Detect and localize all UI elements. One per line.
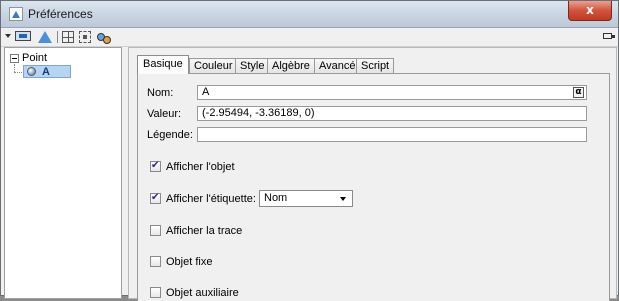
show-object-checkbox[interactable]	[150, 160, 161, 172]
show-object-label: Afficher l'objet	[166, 161, 235, 173]
alpha-symbol-button[interactable]: α	[573, 87, 584, 98]
properties-panel: Basique Couleur Style Algèbre Avancé Scr…	[128, 47, 617, 301]
style-icon[interactable]	[96, 31, 111, 44]
object-tree: Point A	[4, 47, 122, 299]
tab-algebre[interactable]: Algèbre	[267, 58, 315, 73]
preferences-window: Préférences x Point A Basique Couleur St…	[0, 0, 619, 301]
caption-field[interactable]	[197, 127, 587, 142]
name-value: A	[202, 86, 210, 98]
tab-basique[interactable]: Basique	[137, 55, 189, 74]
label-mode-value: Nom	[264, 192, 288, 204]
label-mode-select[interactable]: Nom	[259, 190, 353, 207]
close-button[interactable]: x	[568, 1, 612, 21]
show-label-label: Afficher l'étiquette:	[166, 193, 256, 205]
caption-label: Légende:	[147, 129, 193, 141]
dock-icon[interactable]	[603, 33, 615, 39]
name-label: Nom:	[147, 87, 174, 99]
object-view-icon[interactable]	[15, 31, 31, 41]
tab-couleur[interactable]: Couleur	[189, 58, 238, 73]
grid-icon[interactable]	[62, 31, 74, 43]
tab-script[interactable]: Script	[356, 58, 395, 73]
aux-object-label: Objet auxiliaire	[166, 287, 239, 299]
tree-item-label: A	[42, 66, 50, 78]
geometry-icon[interactable]	[38, 31, 52, 43]
point-icon	[27, 67, 36, 76]
tab-avance[interactable]: Avancé	[314, 58, 361, 73]
fixed-object-label: Objet fixe	[166, 256, 213, 268]
app-icon	[9, 7, 23, 21]
tree-node-label: Point	[22, 52, 48, 64]
select-icon[interactable]	[79, 31, 91, 43]
show-trace-label: Afficher la trace	[166, 225, 243, 237]
tree-item-a[interactable]: A	[23, 65, 71, 78]
value-label: Valeur:	[147, 108, 182, 120]
chevron-down-icon	[340, 197, 346, 201]
tree-connector	[14, 72, 22, 74]
toolbar	[1, 28, 618, 47]
window-title: Préférences	[28, 7, 93, 21]
show-label-checkbox[interactable]	[150, 192, 161, 204]
basic-tab-panel: Nom: A α Valeur: (-2.95494, -3.36189, 0)…	[137, 73, 610, 301]
toolbar-separator	[57, 31, 58, 43]
show-trace-checkbox[interactable]	[150, 225, 161, 236]
tab-style[interactable]: Style	[235, 58, 270, 73]
value-field[interactable]: (-2.95494, -3.36189, 0)	[197, 106, 587, 121]
title-bar[interactable]: Préférences x	[1, 1, 618, 28]
collapse-icon[interactable]	[10, 54, 19, 63]
dropdown-arrow-icon[interactable]	[5, 34, 11, 38]
tree-connector	[14, 64, 16, 72]
fixed-object-checkbox[interactable]	[150, 256, 161, 267]
aux-object-checkbox[interactable]	[150, 287, 161, 298]
name-field[interactable]: A α	[197, 85, 587, 100]
